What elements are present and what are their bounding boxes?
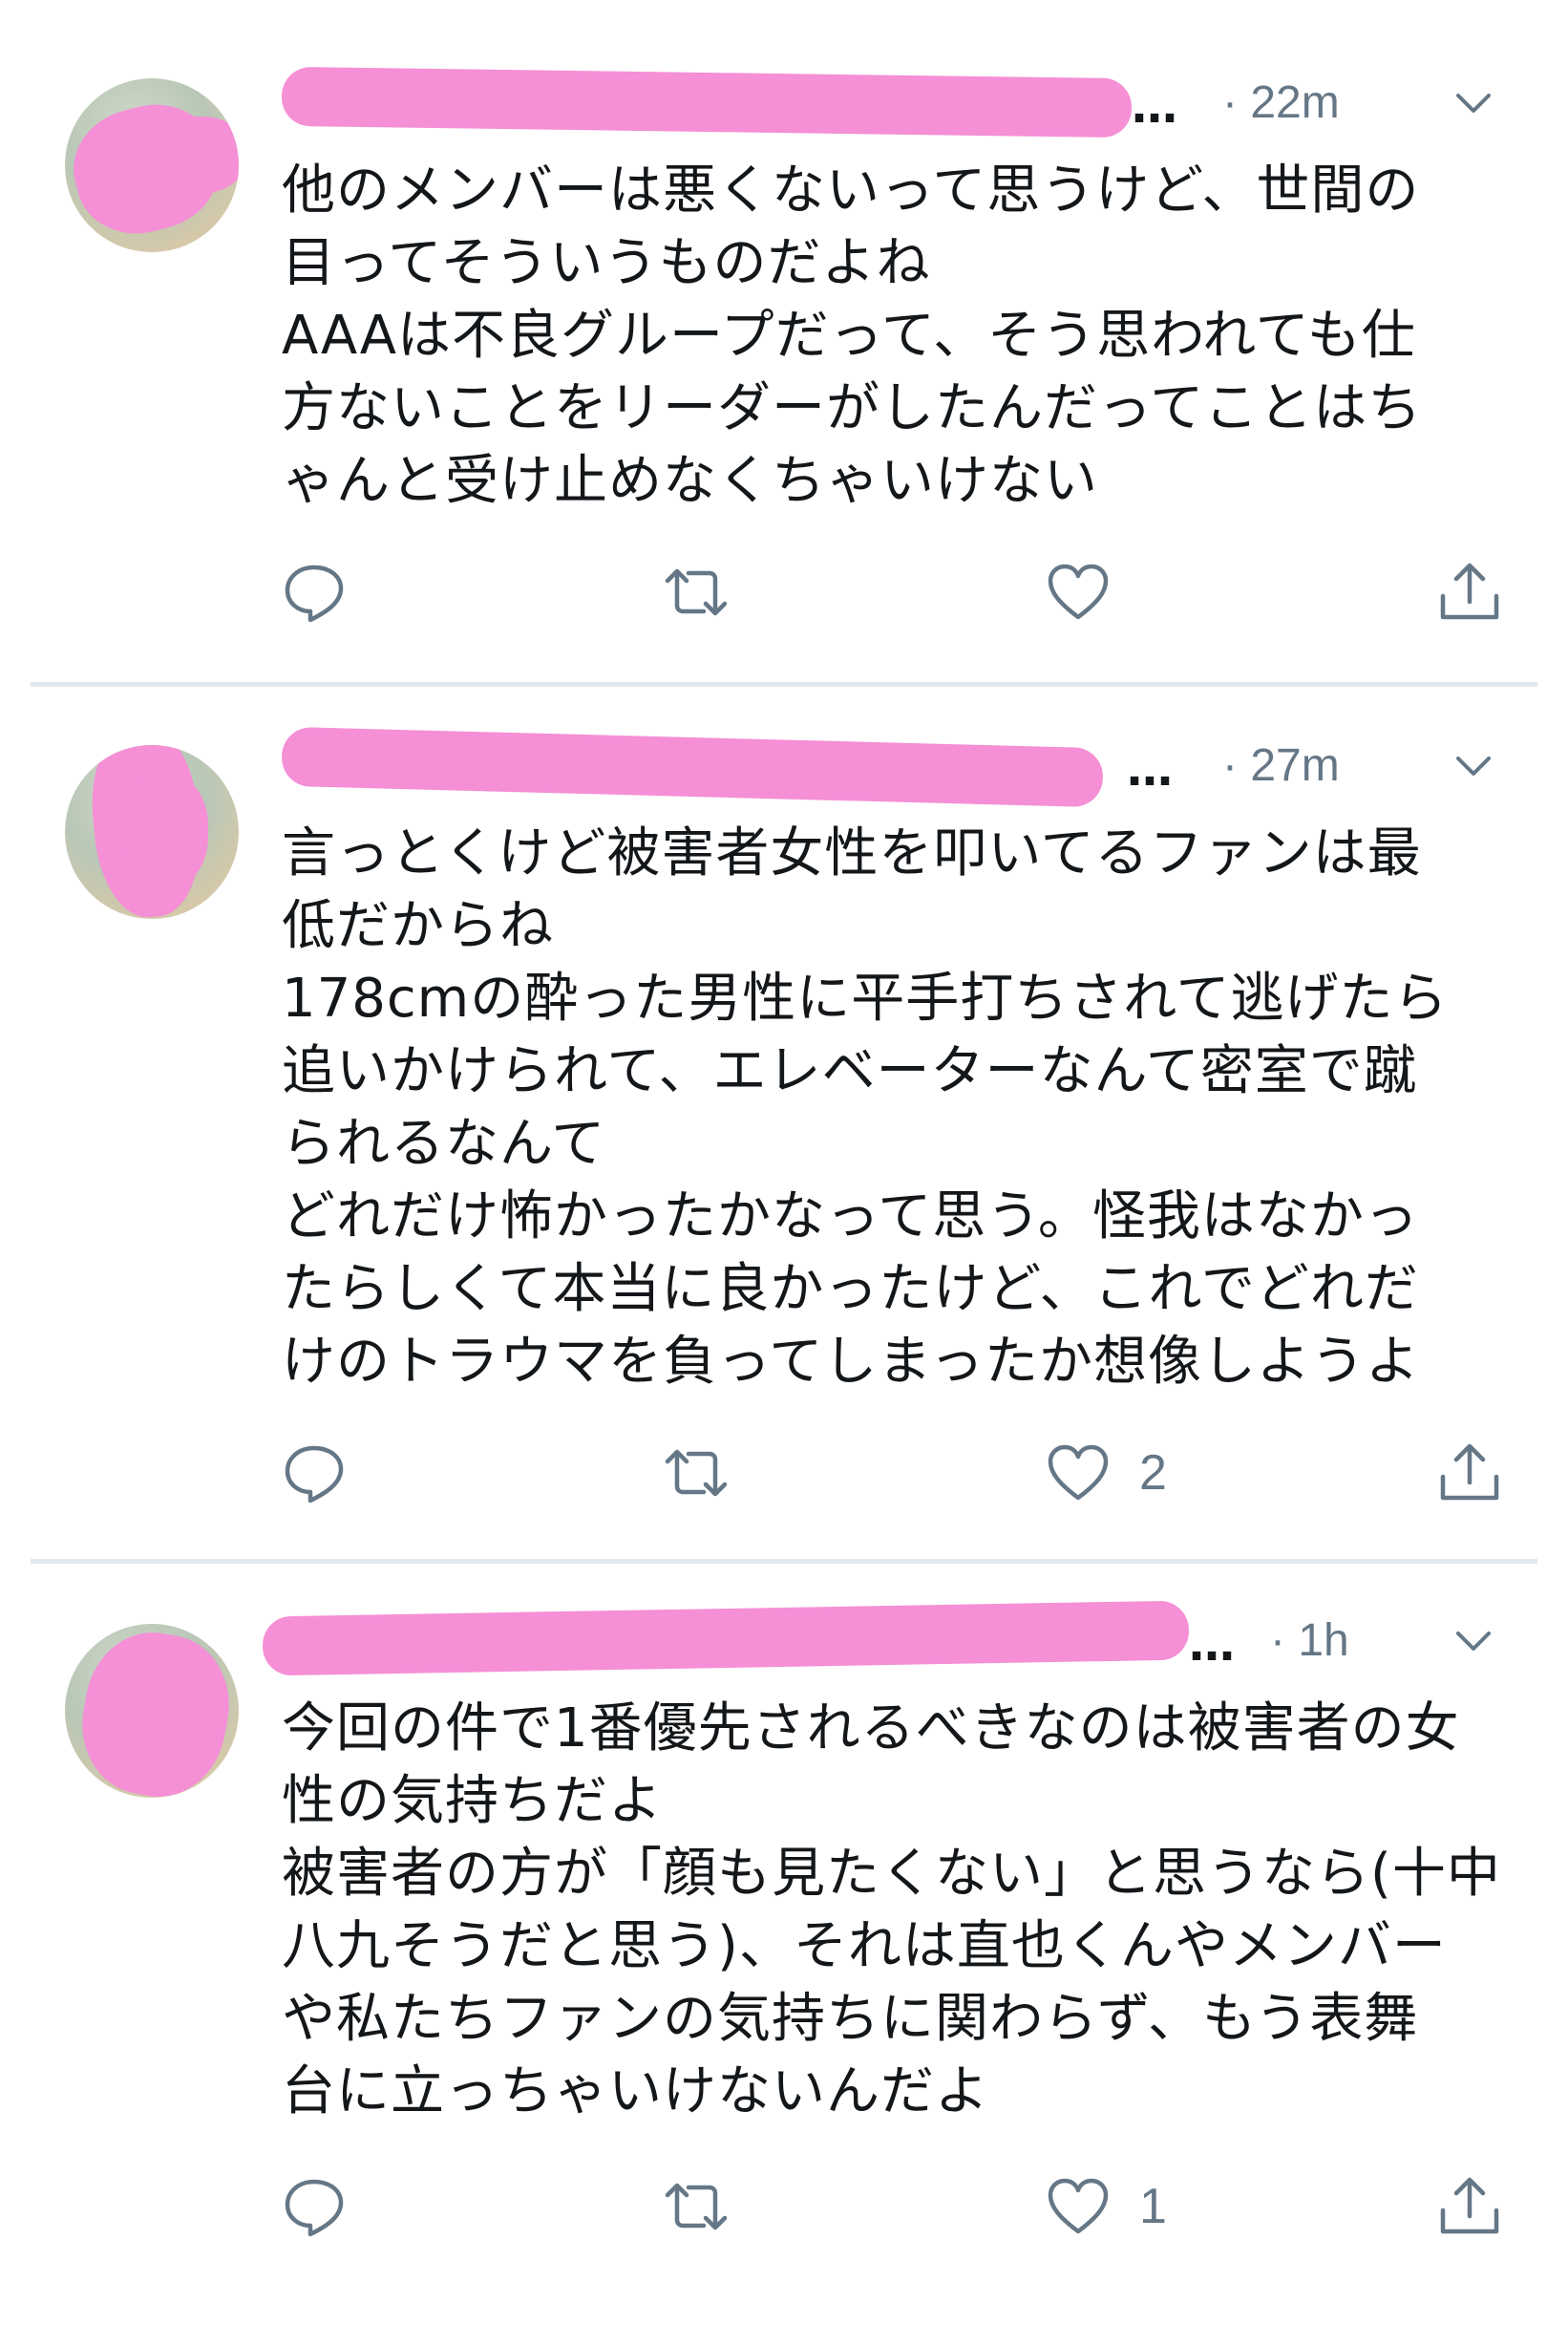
tweet-divider bbox=[31, 682, 1537, 687]
tweet-actions: 2 bbox=[282, 1435, 1514, 1511]
tweet-header: … · 27m bbox=[281, 726, 1514, 808]
like-icon bbox=[1048, 2178, 1109, 2234]
name-ellipsis: … bbox=[1132, 80, 1177, 134]
tweet-header: … · 22m bbox=[281, 66, 1514, 139]
retweet-icon bbox=[665, 1449, 728, 1497]
tweet-header: … · 1h bbox=[262, 1600, 1514, 1676]
chevron-down-icon[interactable] bbox=[1454, 1628, 1493, 1656]
tweet-feed: … · 22m 他のメンバーは悪くないって思うけど、世間の 目ってそういうものだ… bbox=[0, 0, 1568, 2325]
share-button[interactable] bbox=[1437, 1435, 1502, 1511]
chevron-down-icon[interactable] bbox=[1454, 90, 1493, 118]
avatar[interactable] bbox=[65, 1624, 239, 1798]
retweet-icon bbox=[665, 568, 728, 616]
like-count: 1 bbox=[1139, 2179, 1167, 2234]
chevron-down-icon[interactable] bbox=[1454, 753, 1493, 781]
tweet-item[interactable]: … · 1h 今回の件で1番優先されるべきなのは被害者の女 性の気持ちだよ 被害… bbox=[0, 1567, 1568, 2325]
retweet-button[interactable] bbox=[664, 1435, 729, 1511]
avatar[interactable] bbox=[65, 78, 239, 252]
avatar[interactable] bbox=[65, 745, 239, 919]
name-redaction bbox=[281, 726, 1104, 808]
share-icon bbox=[1440, 1443, 1499, 1501]
share-button[interactable] bbox=[1437, 554, 1502, 630]
like-count: 2 bbox=[1139, 1445, 1167, 1501]
share-icon bbox=[1440, 563, 1499, 620]
name-ellipsis: … bbox=[1127, 743, 1173, 797]
name-ellipsis: … bbox=[1189, 1618, 1235, 1672]
share-button[interactable] bbox=[1437, 2168, 1502, 2245]
tweet-timestamp[interactable]: · 1h bbox=[1270, 1614, 1349, 1667]
retweet-button[interactable] bbox=[664, 554, 729, 630]
tweet-text: 他のメンバーは悪くないって思うけど、世間の 目ってそういうものだよね AAAは不… bbox=[282, 160, 1423, 512]
share-icon bbox=[1440, 2177, 1499, 2234]
tweet-item[interactable]: … · 27m 言っとくけど被害者女性を叩いてるファンは最 低だからね 178c… bbox=[0, 688, 1568, 1547]
tweet-item[interactable]: … · 22m 他のメンバーは悪くないって思うけど、世間の 目ってそういうものだ… bbox=[0, 0, 1568, 669]
name-redaction bbox=[262, 1600, 1190, 1676]
tweet-timestamp[interactable]: · 22m bbox=[1222, 76, 1340, 129]
reply-button[interactable] bbox=[282, 1435, 347, 1511]
tweet-actions: 1 bbox=[282, 2168, 1514, 2245]
reply-icon bbox=[285, 2179, 344, 2237]
tweet-divider bbox=[31, 1559, 1537, 1564]
like-button[interactable]: 1 bbox=[1046, 2168, 1167, 2245]
reply-button[interactable] bbox=[282, 554, 347, 630]
like-icon bbox=[1048, 564, 1109, 620]
like-button[interactable] bbox=[1046, 554, 1139, 630]
reply-icon bbox=[285, 1445, 344, 1504]
retweet-icon bbox=[665, 2183, 728, 2230]
tweet-timestamp[interactable]: · 27m bbox=[1222, 739, 1340, 792]
like-icon bbox=[1048, 1444, 1109, 1501]
like-button[interactable]: 2 bbox=[1046, 1435, 1167, 1511]
name-redaction bbox=[281, 66, 1133, 139]
retweet-button[interactable] bbox=[664, 2168, 729, 2245]
tweet-actions bbox=[282, 554, 1514, 630]
reply-button[interactable] bbox=[282, 2168, 347, 2245]
tweet-text: 言っとくけど被害者女性を叩いてるファンは最 低だからね 178cmの酔った男性に… bbox=[282, 822, 1449, 1393]
reply-icon bbox=[285, 565, 344, 623]
tweet-text: 今回の件で1番優先されるべきなのは被害者の女 性の気持ちだよ 被害者の方が「顔も… bbox=[282, 1697, 1501, 2122]
